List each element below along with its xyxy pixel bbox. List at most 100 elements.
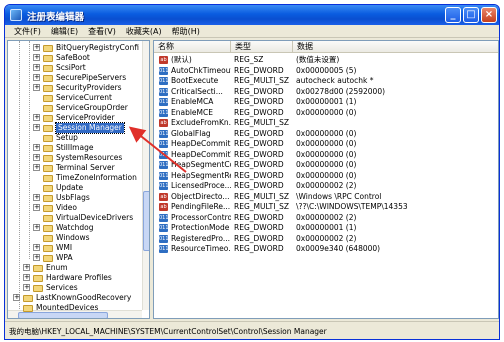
value-row[interactable]: ab PendingFileRe... REG_MULTI_SZ \??\C:\WIN… xyxy=(154,202,498,212)
close-button[interactable]: × xyxy=(481,7,497,23)
tree-item-label[interactable]: ServiceProvider xyxy=(56,113,115,123)
tree-item[interactable]: Windows xyxy=(8,233,142,243)
value-row[interactable]: 011 ProcessorControl REG_DWORD 0x00000002 (… xyxy=(154,213,498,223)
tree-item-label[interactable]: MountedDevices xyxy=(36,303,98,313)
expand-toggle-icon[interactable]: + xyxy=(33,194,40,201)
tree-item[interactable]: MountedDevices xyxy=(8,303,142,313)
tree-item-label[interactable]: SystemResources xyxy=(56,153,122,163)
tree-vertical-scrollbar[interactable] xyxy=(142,41,149,310)
tree-item[interactable]: + SystemResources xyxy=(8,153,142,163)
menu-file[interactable]: 文件(F) xyxy=(9,25,46,37)
menu-view[interactable]: 查看(V) xyxy=(83,25,121,37)
tree-item[interactable]: + WMI xyxy=(8,243,142,253)
value-row[interactable]: 011HeapDeCommitF...REG_DWORD 0x00000000 (… xyxy=(154,139,498,149)
tree-hscroll-thumb[interactable] xyxy=(18,312,108,318)
tree-item-label[interactable]: Video xyxy=(56,203,77,213)
minimize-button[interactable]: _ xyxy=(445,7,461,23)
expand-toggle-icon[interactable]: + xyxy=(23,284,30,291)
tree-item-label[interactable]: WPA xyxy=(56,253,73,263)
expand-toggle-icon[interactable]: + xyxy=(33,164,40,171)
column-header-type[interactable]: 类型 xyxy=(231,41,293,53)
tree-item[interactable]: + ScsiPort xyxy=(8,63,142,73)
expand-toggle-icon[interactable]: + xyxy=(33,64,40,71)
expand-toggle-icon[interactable]: + xyxy=(33,84,40,91)
tree-item[interactable]: ServiceCurrent xyxy=(8,93,142,103)
tree-item-label[interactable]: ServiceCurrent xyxy=(56,93,112,103)
value-row[interactable]: 011 RegisteredPro... REG_DWORD 0x00000002 (… xyxy=(154,234,498,244)
tree-item[interactable]: + Hardware Profiles xyxy=(8,273,142,283)
value-row[interactable]: ab (默认) REG_SZ (数值未设置) xyxy=(154,55,498,65)
tree-item-label[interactable]: BitQueryRegistryConfi xyxy=(56,43,139,53)
registry-values-list[interactable]: 名称 类型 数据 ab (默认) REG_SZ (数值未设置) 011 AutoChkTi… xyxy=(153,40,499,319)
tree-item-label[interactable]: Enum xyxy=(46,263,68,273)
value-row[interactable]: 011 EnableMCE REG_DWORD 0x00000000 (0) xyxy=(154,108,498,118)
tree-item[interactable]: + Terminal Server xyxy=(8,163,142,173)
tree-item-label[interactable]: UsbFlags xyxy=(56,193,90,203)
expand-toggle-icon[interactable]: + xyxy=(33,204,40,211)
tree-item[interactable]: + Enum xyxy=(8,263,142,273)
tree-item[interactable]: + SecurityProviders xyxy=(8,83,142,93)
tree-item[interactable]: + SafeBoot xyxy=(8,53,142,63)
expand-toggle-icon[interactable]: + xyxy=(33,224,40,231)
menu-help[interactable]: 帮助(H) xyxy=(167,25,205,37)
expand-toggle-icon[interactable]: + xyxy=(33,74,40,81)
maximize-button[interactable]: □ xyxy=(463,7,479,23)
value-row[interactable]: 011 AutoChkTimeout REG_DWORD 0x00000005 (5) xyxy=(154,66,498,76)
tree-item[interactable]: + WPA xyxy=(8,253,142,263)
menu-edit[interactable]: 编辑(E) xyxy=(46,25,83,37)
expand-toggle-icon[interactable]: + xyxy=(33,44,40,51)
tree-item-label[interactable]: Watchdog xyxy=(56,223,93,233)
tree-item-label[interactable]: SecurePipeServers xyxy=(56,73,126,83)
tree-item[interactable]: + Video xyxy=(8,203,142,213)
value-row[interactable]: 011 EnableMCA REG_DWORD 0x00000001 (1) xyxy=(154,97,498,107)
column-header-name[interactable]: 名称 xyxy=(154,41,231,53)
value-row[interactable]: 011 GlobalFlag REG_DWORD 0x00000000 (0) xyxy=(154,129,498,139)
expand-toggle-icon[interactable]: + xyxy=(33,254,40,261)
tree-item-label-selected[interactable]: Session Manager xyxy=(55,122,125,134)
expand-toggle-icon[interactable]: + xyxy=(33,124,40,131)
value-row[interactable]: ab ObjectDirecto... REG_MULTI_SZ \Windows \… xyxy=(154,192,498,202)
registry-key-tree[interactable]: + BitQueryRegistryConfi + SafeBoot + ScsiPort… xyxy=(7,40,150,319)
value-row[interactable]: 011HeapSegmentCo...REG_DWORD 0x00000000 (… xyxy=(154,160,498,170)
tree-item[interactable]: Setup xyxy=(8,133,142,143)
tree-item-label[interactable]: SafeBoot xyxy=(56,53,90,63)
tree-item[interactable]: + StillImage xyxy=(8,143,142,153)
tree-item[interactable]: + Session Manager xyxy=(8,122,142,134)
tree-item[interactable]: + LastKnownGoodRecovery xyxy=(8,293,142,303)
value-row[interactable]: 011 BootExecute REG_MULTI_SZ autocheck auto… xyxy=(154,76,498,86)
value-row[interactable]: 011 CriticalSecti... REG_DWORD 0x00278d00 (… xyxy=(154,87,498,97)
tree-item-label[interactable]: TimeZoneInformation xyxy=(56,173,137,183)
tree-item-label[interactable]: Services xyxy=(46,283,78,293)
value-row[interactable]: 011 LicensedProce... REG_DWORD 0x00000002 (… xyxy=(154,181,498,191)
title-bar[interactable]: 注册表编辑器 _ □ × xyxy=(5,5,499,25)
tree-item-label[interactable]: Windows xyxy=(56,233,89,243)
tree-item-label[interactable]: ServiceGroupOrder xyxy=(56,103,128,113)
expand-toggle-icon[interactable]: + xyxy=(33,114,40,121)
value-row[interactable]: 011 ProtectionMode REG_DWORD 0x00000001 (1) xyxy=(154,223,498,233)
tree-item-label[interactable]: Terminal Server xyxy=(56,163,115,173)
expand-toggle-icon[interactable]: + xyxy=(33,154,40,161)
expand-toggle-icon[interactable]: + xyxy=(23,274,30,281)
tree-item-label[interactable]: LastKnownGoodRecovery xyxy=(36,293,131,303)
value-row[interactable]: 011 ResourceTimeo... REG_DWORD 0x0009e340 (… xyxy=(154,244,498,254)
tree-item-label[interactable]: StillImage xyxy=(56,143,93,153)
tree-item-label[interactable]: SecurityProviders xyxy=(56,83,122,93)
tree-item[interactable]: VirtualDeviceDrivers xyxy=(8,213,142,223)
tree-item[interactable]: + BitQueryRegistryConfi xyxy=(8,43,142,53)
column-header-data[interactable]: 数据 xyxy=(293,41,498,53)
tree-item[interactable]: Update xyxy=(8,183,142,193)
value-row[interactable]: ab ExcludeFromKn... REG_MULTI_SZ xyxy=(154,118,498,128)
tree-item-label[interactable]: ScsiPort xyxy=(56,63,86,73)
tree-item[interactable]: TimeZoneInformation xyxy=(8,173,142,183)
tree-item[interactable]: + Services xyxy=(8,283,142,293)
tree-item[interactable]: + SecurePipeServers xyxy=(8,73,142,83)
expand-toggle-icon[interactable]: + xyxy=(13,294,20,301)
expand-toggle-icon[interactable]: + xyxy=(33,54,40,61)
tree-item-label[interactable]: Hardware Profiles xyxy=(46,273,112,283)
expand-toggle-icon[interactable]: + xyxy=(33,144,40,151)
tree-item[interactable]: + ServiceProvider xyxy=(8,113,142,123)
tree-item-label[interactable]: Update xyxy=(56,183,83,193)
menu-favorites[interactable]: 收藏夹(A) xyxy=(121,25,167,37)
tree-item[interactable]: + Watchdog xyxy=(8,223,142,233)
tree-scroll-thumb[interactable] xyxy=(143,191,149,251)
